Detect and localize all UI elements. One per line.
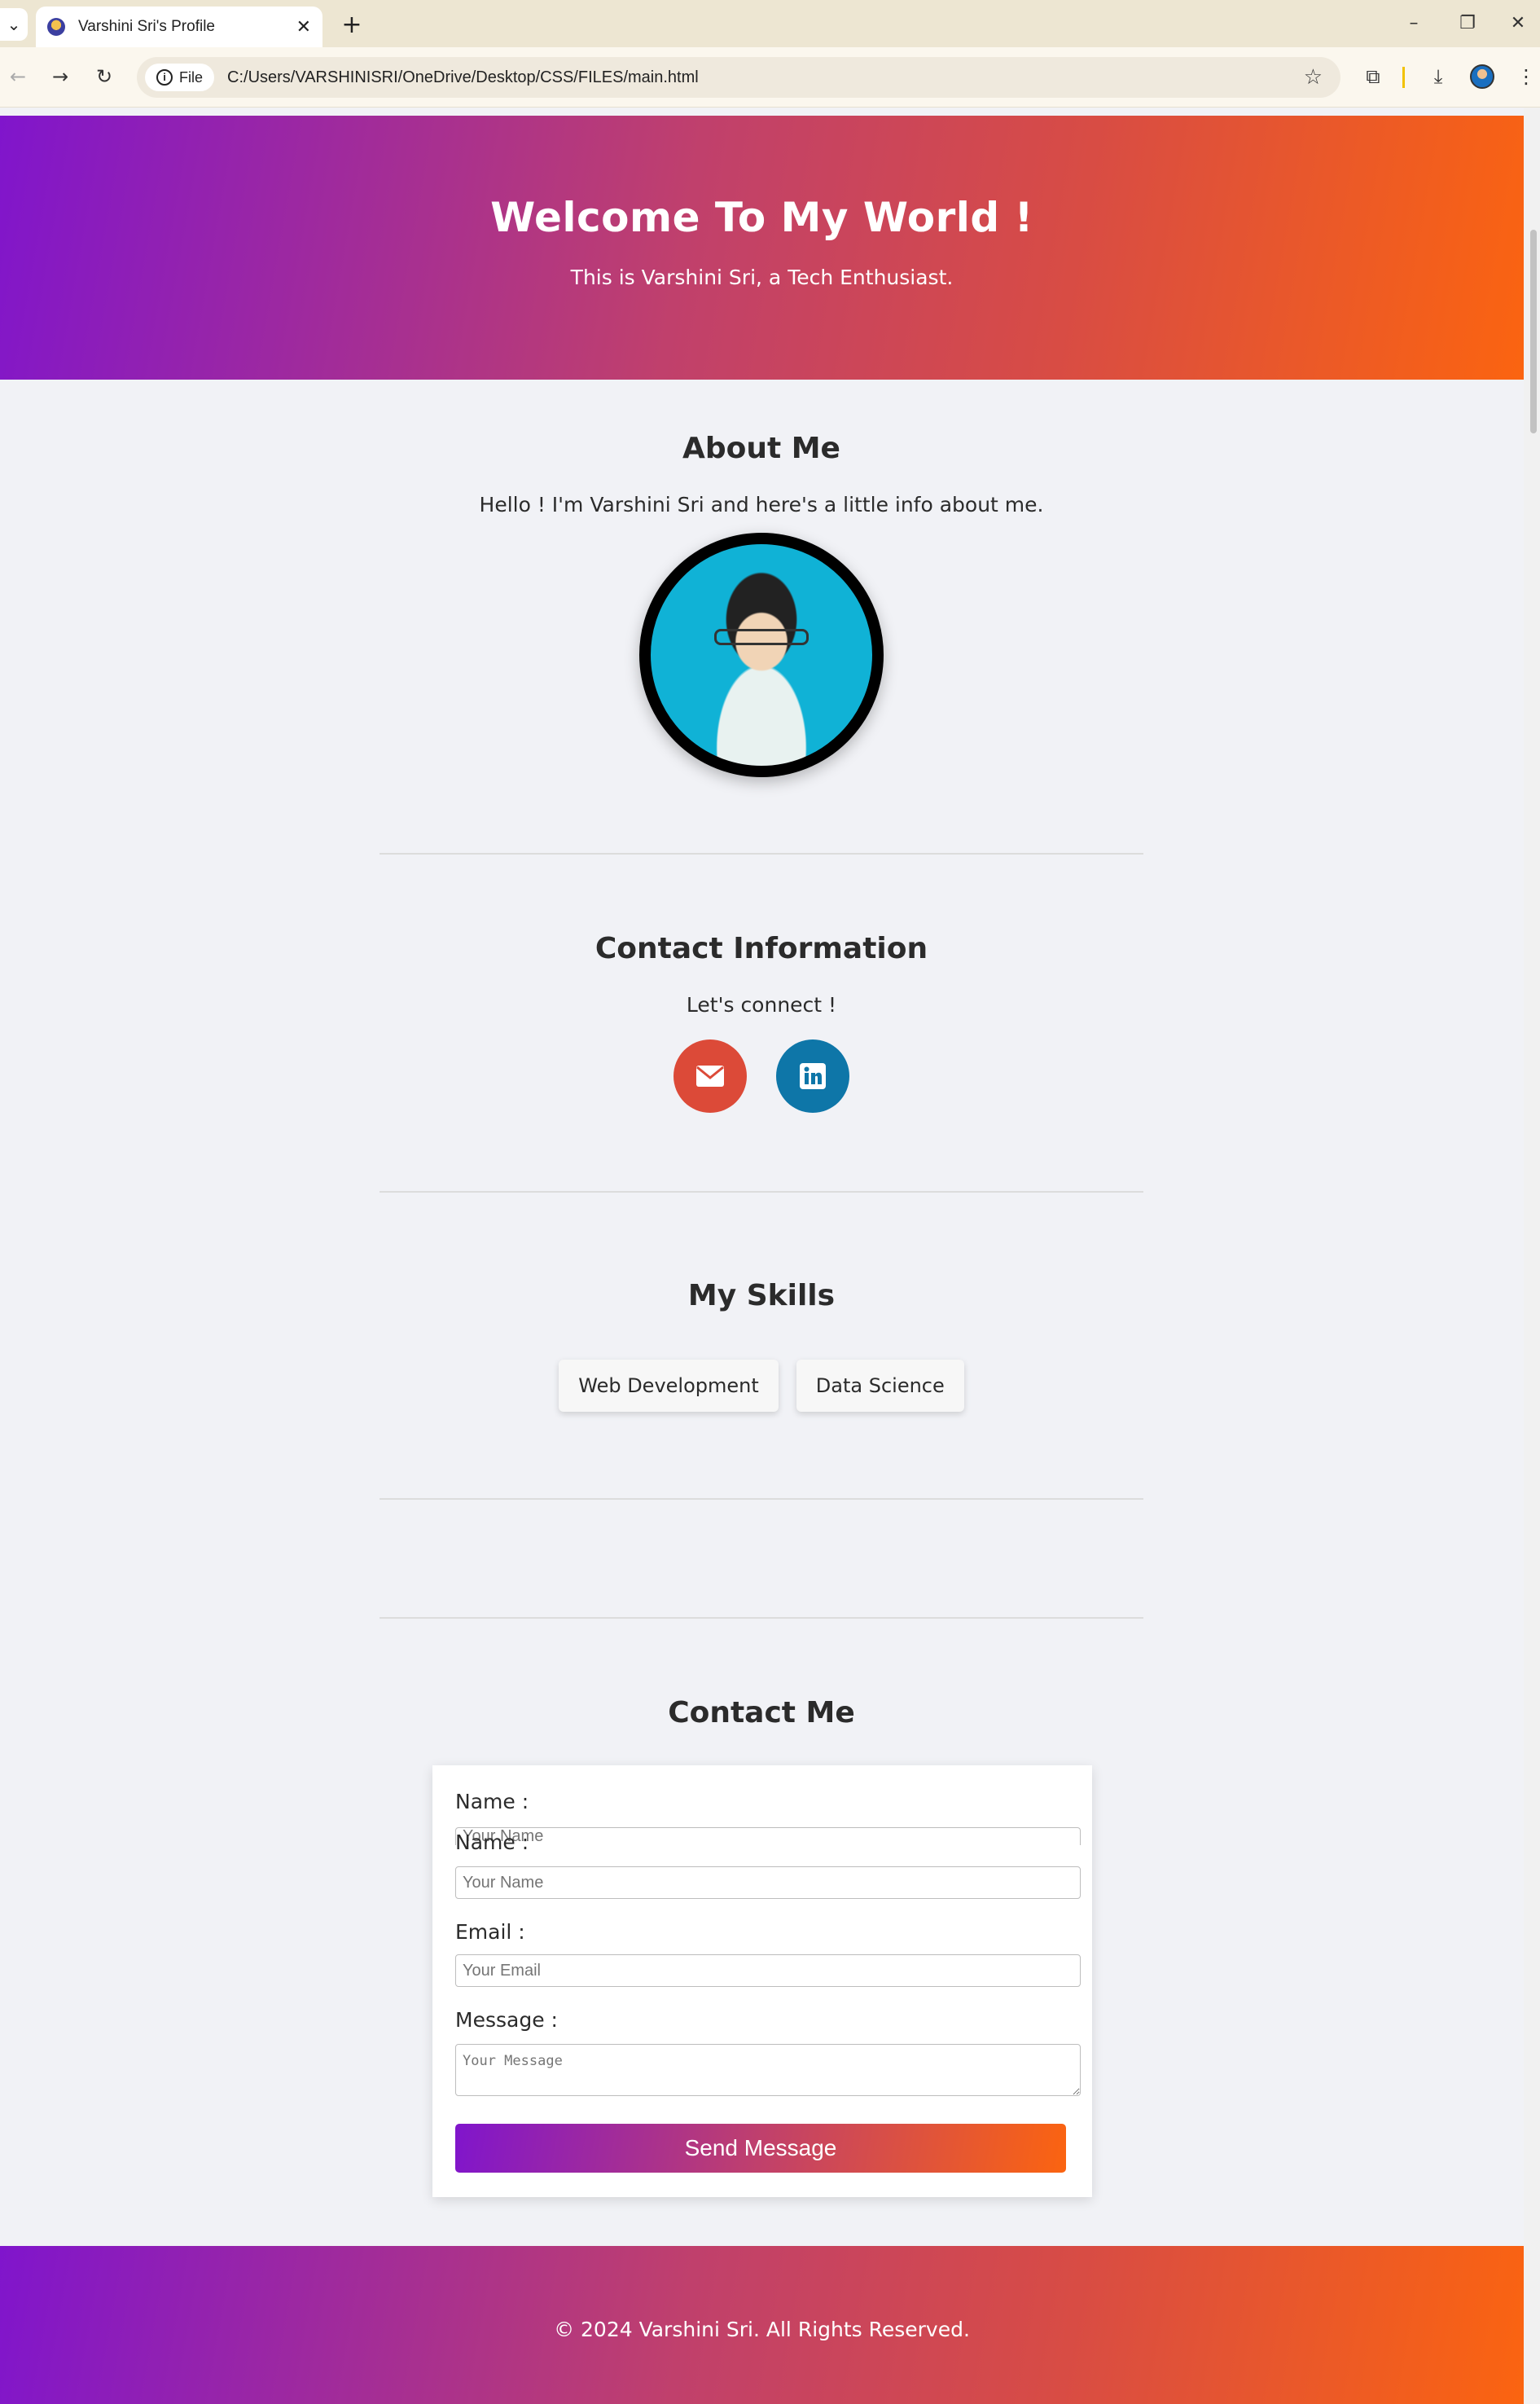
contact-info-section: Contact Information Let's connect ! (380, 932, 1143, 1113)
email-link-button[interactable] (673, 1039, 747, 1113)
toolbar-separator (1402, 67, 1405, 88)
about-text: Hello ! I'm Varshini Sri and here's a li… (479, 493, 1044, 516)
email-icon (696, 1066, 724, 1087)
section-divider (380, 1498, 1143, 1500)
footer-text: © 2024 Varshini Sri. All Rights Reserved… (554, 2318, 970, 2341)
restore-icon[interactable]: ❐ (1443, 7, 1492, 39)
contact-info-heading: Contact Information (595, 932, 928, 965)
skills-list: Web Development Data Science (380, 1360, 1143, 1412)
menu-kebab-icon[interactable]: ⋮ (1510, 60, 1540, 93)
browser-toolbar: ← → ↻ i File C:/Users/VARSHINISRI/OneDri… (0, 47, 1540, 108)
page-scrollbar[interactable] (1524, 108, 1540, 2404)
hero-title: Welcome To My World ! (490, 194, 1033, 241)
close-tab-icon[interactable]: ✕ (296, 17, 311, 37)
skill-badge: Data Science (796, 1360, 964, 1412)
skills-section: My Skills Web Development Data Science (380, 1279, 1143, 1412)
send-message-button[interactable]: Send Message (455, 2124, 1066, 2173)
name-label: Name : (455, 1790, 529, 1813)
email-label: Email : (455, 1920, 525, 1944)
tab-bar: ⌄ Varshini Sri's Profile ✕ + – ❐ ✕ (0, 0, 1540, 47)
section-divider (380, 853, 1143, 855)
address-bar[interactable]: i File C:/Users/VARSHINISRI/OneDrive/Des… (137, 57, 1340, 98)
name-input[interactable] (455, 1866, 1081, 1899)
about-heading: About Me (682, 432, 840, 465)
profile-button[interactable] (1466, 60, 1498, 93)
tab-title: Varshini Sri's Profile (78, 18, 215, 35)
social-links (380, 1039, 1143, 1113)
close-window-icon[interactable]: ✕ (1494, 7, 1540, 39)
back-icon[interactable]: ← (2, 60, 34, 93)
download-icon[interactable]: ⤓ (1422, 60, 1454, 93)
page-content: Welcome To My World ! This is Varshini S… (0, 108, 1540, 2404)
section-divider (380, 1617, 1143, 1619)
email-input[interactable] (455, 1954, 1081, 1987)
bookmark-star-icon[interactable]: ☆ (1304, 65, 1323, 90)
message-label: Message : (455, 2008, 558, 2032)
page-footer: © 2024 Varshini Sri. All Rights Reserved… (0, 2246, 1524, 2404)
skill-badge: Web Development (559, 1360, 779, 1412)
name-label-duplicate: Name : (455, 1830, 529, 1854)
contact-me-section: Contact Me (380, 1696, 1143, 1729)
skills-heading: My Skills (687, 1279, 836, 1312)
tab-list-chevron-icon[interactable]: ⌄ (0, 8, 28, 41)
site-info-chip[interactable]: i File (145, 64, 215, 91)
forward-icon[interactable]: → (44, 60, 77, 93)
photo-detail (714, 629, 809, 645)
about-section: About Me Hello ! I'm Varshini Sri and he… (380, 432, 1143, 777)
info-icon: i (156, 69, 173, 86)
browser-tab[interactable]: Varshini Sri's Profile ✕ (36, 7, 322, 47)
message-textarea[interactable] (455, 2044, 1081, 2096)
profile-avatar-icon (1470, 64, 1494, 89)
contact-me-heading: Contact Me (668, 1696, 855, 1729)
minimize-icon[interactable]: – (1389, 7, 1438, 39)
extensions-icon[interactable]: ⧉ (1357, 60, 1389, 93)
reload-icon[interactable]: ↻ (88, 60, 121, 93)
scrollbar-thumb[interactable] (1530, 230, 1537, 433)
linkedin-icon (800, 1063, 826, 1089)
profile-photo (639, 533, 884, 777)
linkedin-link-button[interactable] (776, 1039, 849, 1113)
name-input-overlapped[interactable] (455, 1827, 1081, 1845)
new-tab-button[interactable]: + (336, 8, 368, 41)
section-divider (380, 1191, 1143, 1193)
site-chip-label: File (179, 68, 204, 86)
contact-info-text: Let's connect ! (686, 993, 837, 1017)
hero-banner: Welcome To My World ! This is Varshini S… (0, 116, 1524, 380)
favicon-icon (47, 18, 65, 36)
hero-subtitle: This is Varshini Sri, a Tech Enthusiast. (570, 266, 954, 289)
url-text[interactable]: C:/Users/VARSHINISRI/OneDrive/Desktop/CS… (227, 68, 1304, 87)
contact-form: Name : Name : Email : Message : Send Mes… (432, 1765, 1092, 2197)
